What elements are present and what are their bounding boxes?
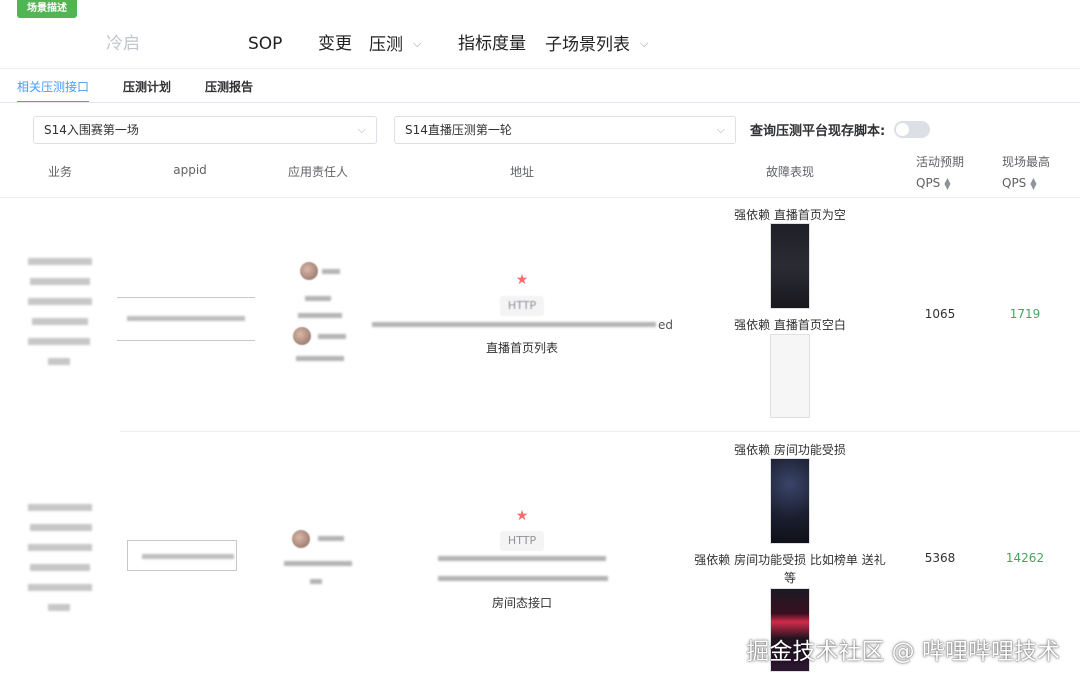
col-header-owner: 应用责任人 bbox=[287, 165, 349, 179]
nav-item-stress-test-label: 压测 bbox=[369, 35, 403, 55]
avatar bbox=[292, 530, 310, 548]
fault-label-line: 等 bbox=[783, 571, 797, 585]
sort-icon[interactable]: ▲ ▼ bbox=[1030, 176, 1036, 190]
script-switch-label: 查询压测平台现存脚本: bbox=[750, 124, 886, 139]
avatar bbox=[300, 262, 318, 280]
peak-qps-value: 1719 bbox=[1009, 307, 1041, 321]
tab-related-apis[interactable]: 相关压测接口 bbox=[17, 78, 90, 103]
round-select-value: S14直播压测第一轮 bbox=[405, 123, 512, 137]
nav-item-sop[interactable]: SOP bbox=[248, 30, 282, 58]
fault-screenshot[interactable] bbox=[770, 334, 810, 418]
fault-label: 强依赖 直播首页空白 bbox=[734, 318, 846, 332]
scene-description-badge[interactable]: 场景描述 bbox=[17, 0, 77, 18]
script-switch[interactable] bbox=[894, 121, 930, 138]
protocol-tag: HTTP bbox=[499, 531, 545, 551]
business-cell-blurred bbox=[28, 258, 94, 370]
tab-test-report[interactable]: 压测报告 bbox=[205, 78, 253, 96]
col-header-peak-qps[interactable]: 现场最高 QPS ▲ ▼ bbox=[1002, 153, 1050, 190]
fault-label: 强依赖 直播首页为空 bbox=[734, 208, 846, 222]
col-header-peak-qps-line2: QPS ▲ ▼ bbox=[1002, 176, 1050, 190]
col-header-fault: 故障表现 bbox=[765, 165, 815, 179]
col-header-expected-qps-line2: QPS ▲ ▼ bbox=[916, 176, 964, 190]
col-header-appid: appid bbox=[173, 163, 207, 177]
col-header-expected-qps[interactable]: 活动预期 QPS ▲ ▼ bbox=[916, 153, 964, 190]
watermark: 掘金技术社区 @ 哔哩哔哩技术 bbox=[746, 639, 1060, 665]
api-name: 房间态接口 bbox=[491, 596, 553, 610]
match-select[interactable]: S14入围赛第一场 ⌵ bbox=[33, 116, 377, 144]
star-icon: ★ bbox=[515, 508, 529, 524]
business-cell-blurred bbox=[28, 504, 94, 614]
chevron-down-icon: ⌵ bbox=[640, 37, 649, 50]
tab-test-plan[interactable]: 压测计划 bbox=[123, 78, 171, 96]
col-header-business: 业务 bbox=[47, 165, 73, 179]
header-divider bbox=[0, 197, 1080, 198]
appid-cell-blurred bbox=[117, 297, 255, 341]
col-header-expected-qps-unit: QPS bbox=[916, 176, 941, 190]
match-select-value: S14入围赛第一场 bbox=[44, 123, 139, 137]
star-icon: ★ bbox=[515, 272, 529, 288]
address-url-tail: ed bbox=[658, 318, 673, 332]
col-header-expected-qps-line1: 活动预期 bbox=[916, 155, 965, 169]
nav-divider bbox=[0, 68, 1080, 69]
nav-item-change[interactable]: 变更 bbox=[318, 30, 352, 58]
chevron-down-icon: ⌵ bbox=[413, 37, 422, 50]
col-header-address: 地址 bbox=[509, 165, 535, 179]
sort-icon[interactable]: ▲ ▼ bbox=[944, 176, 950, 190]
expected-qps-value: 1065 bbox=[924, 307, 956, 321]
protocol-tag: HTTP bbox=[499, 296, 545, 316]
appid-cell-blurred bbox=[127, 540, 237, 571]
chevron-down-icon: ⌵ bbox=[357, 123, 366, 136]
fault-screenshot[interactable] bbox=[770, 223, 810, 309]
expected-qps-value: 5368 bbox=[924, 551, 956, 565]
col-header-peak-qps-line1: 现场最高 bbox=[1002, 155, 1051, 169]
switch-knob bbox=[896, 123, 909, 136]
peak-qps-value: 14262 bbox=[1005, 551, 1045, 565]
fault-label: 强依赖 房间功能受损 bbox=[734, 443, 846, 457]
nav-item-cold-start[interactable]: 冷启 bbox=[106, 30, 140, 58]
api-name: 直播首页列表 bbox=[485, 341, 559, 355]
top-nav: 冷启 SOP 变更 压测 ⌵ 指标度量 子场景列表 ⌵ bbox=[0, 30, 1080, 58]
fault-label-line: 强依赖 房间功能受损 比如榜单 送礼 bbox=[694, 553, 886, 567]
tab-divider bbox=[0, 102, 1080, 103]
fault-label: 强依赖 房间功能受损 比如榜单 送礼 等 bbox=[694, 551, 885, 587]
avatar bbox=[293, 327, 311, 345]
nav-item-stress-test[interactable]: 压测 ⌵ bbox=[369, 30, 421, 59]
chevron-down-icon: ⌵ bbox=[716, 123, 725, 136]
fault-screenshot[interactable] bbox=[770, 458, 810, 544]
round-select[interactable]: S14直播压测第一轮 ⌵ bbox=[394, 116, 736, 144]
row-divider bbox=[120, 431, 1080, 432]
nav-item-sub-scenes-label: 子场景列表 bbox=[545, 35, 630, 55]
nav-item-metrics[interactable]: 指标度量 bbox=[458, 30, 526, 58]
nav-item-sub-scenes[interactable]: 子场景列表 ⌵ bbox=[545, 30, 648, 59]
col-header-peak-qps-unit: QPS bbox=[1002, 176, 1027, 190]
